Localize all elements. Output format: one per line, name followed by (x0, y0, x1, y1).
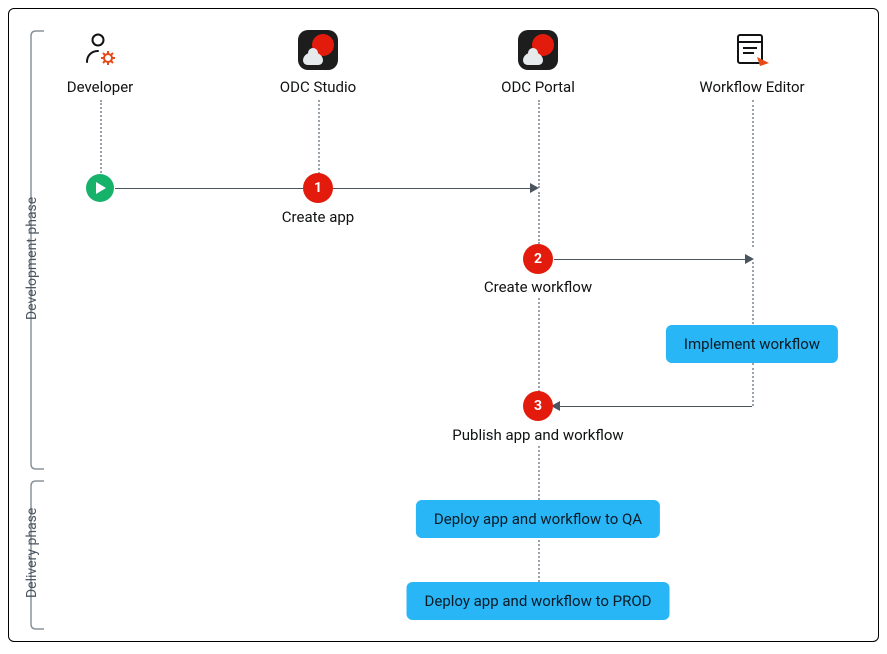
step-3-circle: 3 (523, 391, 553, 421)
arrow-step2-to-editor (554, 259, 745, 260)
lane-developer: Developer (20, 30, 180, 96)
guide-portal-mid1 (538, 192, 540, 244)
developer-icon (80, 30, 120, 70)
development-phase-label: Development phase (24, 197, 40, 320)
diagram-canvas: Development phase Delivery phase (0, 0, 887, 654)
odc-studio-icon (298, 30, 338, 70)
lane-developer-label: Developer (20, 78, 180, 96)
step-2-label: Create workflow (484, 278, 592, 296)
arrowhead-1 (530, 183, 539, 193)
delivery-phase-label: Delivery phase (24, 508, 40, 598)
guide-editor-down (752, 363, 754, 406)
step-1-label: Create app (282, 208, 354, 226)
step-3-label: Publish app and workflow (452, 426, 623, 444)
odc-portal-icon (518, 30, 558, 70)
guide-portal-to-prod (538, 540, 540, 582)
start-node (86, 174, 114, 202)
guide-portal-to-qa (538, 446, 540, 500)
lane-editor-label: Workflow Editor (672, 78, 832, 96)
guide-editor-mid (752, 262, 754, 324)
guide-developer (100, 100, 102, 180)
step-1-num: 1 (314, 180, 322, 196)
lane-studio: ODC Studio (238, 30, 398, 96)
step-2-circle: 2 (523, 244, 553, 274)
step-2-num: 2 (534, 251, 542, 267)
arrow-editor-to-portal (558, 406, 752, 407)
play-icon (93, 181, 107, 195)
lane-portal: ODC Portal (458, 30, 618, 96)
guide-portal-top (538, 100, 540, 188)
lane-editor: Workflow Editor (672, 30, 832, 96)
action-deploy-qa: Deploy app and workflow to QA (416, 500, 660, 538)
guide-studio (318, 100, 320, 174)
lane-portal-label: ODC Portal (458, 78, 618, 96)
action-deploy-prod: Deploy app and workflow to PROD (407, 582, 670, 620)
guide-portal-mid2 (538, 298, 540, 392)
arrowhead-2 (745, 254, 754, 264)
step-3-num: 3 (534, 398, 542, 414)
action-implement-workflow: Implement workflow (666, 325, 838, 363)
lane-studio-label: ODC Studio (238, 78, 398, 96)
workflow-editor-icon (732, 30, 772, 70)
step-1-circle: 1 (303, 173, 333, 203)
guide-editor-top (752, 100, 754, 247)
